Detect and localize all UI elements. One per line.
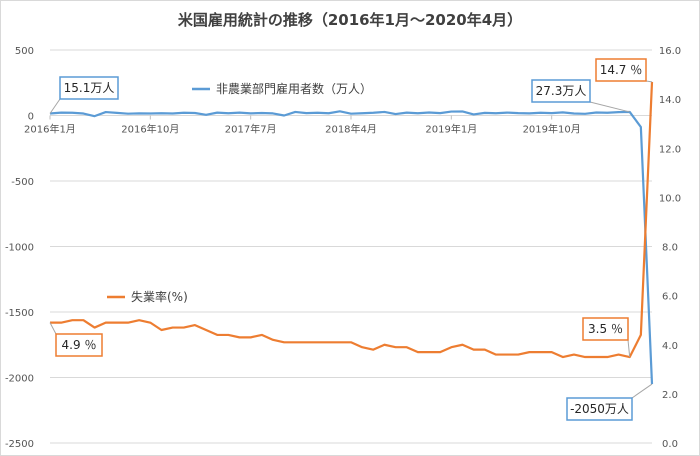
y-left-tick-label: -2000 [5,374,34,385]
callout-label: 14.7 ％ [600,63,643,77]
y-right-tick-label: 10.0 [659,193,681,204]
chart-title: 米国雇用統計の推移（2016年1月～2020年4月） [178,11,522,29]
y-left-tick-label: -500 [11,177,34,188]
callout-label: -2050万人 [570,402,629,416]
employment-chart-svg: 米国雇用統計の推移（2016年1月～2020年4月） 500 0 -500 -1000… [0,0,700,456]
x-tick-label: 2016年1月 [24,123,76,136]
y-left-tick-label: 500 [15,46,34,57]
x-tick-label: 2017年7月 [225,123,277,136]
y-right-tick-label: 0.0 [662,439,678,450]
y-right-tick-label: 14.0 [659,95,681,106]
x-tick-label: 2019年1月 [425,123,477,136]
y-right-tick-label: 12.0 [659,144,681,155]
x-tick-label: 2019年10月 [523,123,581,136]
callout-label: 4.9 ％ [62,338,97,352]
y-right-tick-label: 8.0 [662,243,678,254]
y-right-tick-label: 6.0 [662,292,678,303]
legend-payrolls-label: 非農業部門雇用者数（万人） [216,81,372,96]
x-tick-label: 2018年4月 [325,123,377,136]
callout-label: 15.1万人 [64,81,115,95]
y-right-tick-label: 16.0 [659,46,681,57]
legend-unemployment-label: 失業率(%) [131,289,188,304]
callout-label: 27.3万人 [536,84,587,98]
x-tick-label: 2016年10月 [121,123,179,136]
y-right-tick-label: 2.0 [662,390,678,401]
y-right-tick-label: 4.0 [662,341,678,352]
callout-rate-apr2020: 14.7 ％ [595,58,653,83]
callout-label: 3.5 ％ [588,322,623,336]
y-left-tick-label: -1500 [5,308,34,319]
chart: 米国雇用統計の推移（2016年1月～2020年4月） 500 0 -500 -1000… [0,0,700,456]
chart-border [0,0,700,456]
y-left-tick-label: -1000 [5,243,34,254]
y-left-tick-label: -2500 [5,439,34,450]
y-left-tick-label: 0 [28,112,34,123]
